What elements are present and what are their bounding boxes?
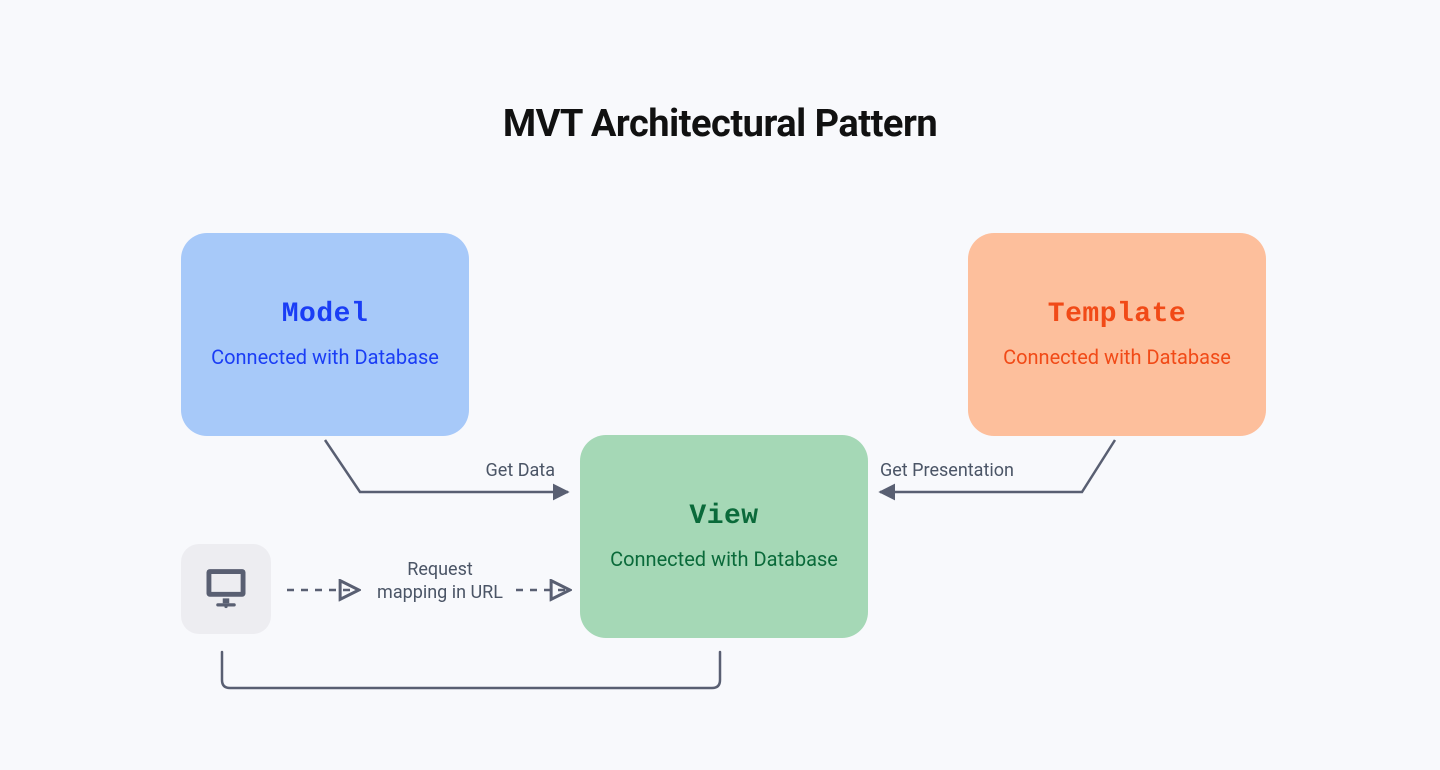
model-node-subtitle: Connected with Database (211, 344, 439, 371)
client-node (181, 544, 271, 634)
view-node-title: View (689, 501, 758, 532)
view-node-subtitle: Connected with Database (610, 546, 838, 573)
edge-label-get-data: Get Data (415, 460, 555, 483)
computer-icon (200, 561, 252, 617)
model-node: Model Connected with Database (181, 233, 469, 436)
diagram-title: MVT Architectural Pattern (0, 102, 1440, 146)
view-node: View Connected with Database (580, 435, 868, 638)
edge-label-get-presentation: Get Presentation (880, 460, 1060, 483)
template-node-subtitle: Connected with Database (1003, 344, 1231, 371)
model-node-title: Model (282, 299, 369, 330)
template-node: Template Connected with Database (968, 233, 1266, 436)
edge-client-view-bracket (222, 652, 720, 688)
edge-label-request-mapping: Request mapping in URL (375, 559, 505, 604)
template-node-title: Template (1048, 299, 1186, 330)
